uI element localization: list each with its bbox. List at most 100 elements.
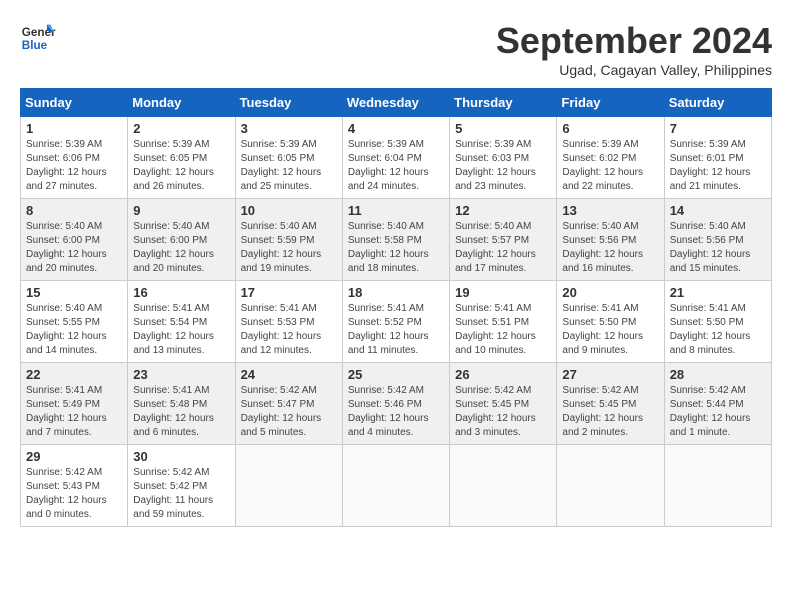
calendar-cell: 27 Sunrise: 5:42 AM Sunset: 5:45 PM Dayl… <box>557 363 664 445</box>
day-number: 12 <box>455 203 551 218</box>
calendar-table: Sunday Monday Tuesday Wednesday Thursday… <box>20 88 772 527</box>
day-info: Sunrise: 5:41 AM Sunset: 5:53 PM Dayligh… <box>241 302 337 358</box>
calendar-cell: 26 Sunrise: 5:42 AM Sunset: 5:45 PM Dayl… <box>450 363 557 445</box>
day-info: Sunrise: 5:41 AM Sunset: 5:54 PM Dayligh… <box>133 302 229 358</box>
calendar-cell: 8 Sunrise: 5:40 AM Sunset: 6:00 PM Dayli… <box>21 199 128 281</box>
day-number: 8 <box>26 203 122 218</box>
day-number: 9 <box>133 203 229 218</box>
day-number: 7 <box>670 121 766 136</box>
calendar-cell: 28 Sunrise: 5:42 AM Sunset: 5:44 PM Dayl… <box>664 363 771 445</box>
calendar-cell: 7 Sunrise: 5:39 AM Sunset: 6:01 PM Dayli… <box>664 117 771 199</box>
day-number: 11 <box>348 203 444 218</box>
calendar-week-row: 22 Sunrise: 5:41 AM Sunset: 5:49 PM Dayl… <box>21 363 772 445</box>
day-info: Sunrise: 5:42 AM Sunset: 5:45 PM Dayligh… <box>455 384 551 440</box>
day-info: Sunrise: 5:40 AM Sunset: 6:00 PM Dayligh… <box>26 220 122 276</box>
calendar-cell <box>664 445 771 527</box>
day-number: 2 <box>133 121 229 136</box>
weekday-header-row: Sunday Monday Tuesday Wednesday Thursday… <box>21 89 772 117</box>
day-number: 24 <box>241 367 337 382</box>
day-info: Sunrise: 5:42 AM Sunset: 5:43 PM Dayligh… <box>26 466 122 522</box>
header-sunday: Sunday <box>21 89 128 117</box>
logo: General Blue <box>20 20 56 56</box>
day-number: 5 <box>455 121 551 136</box>
calendar-cell <box>557 445 664 527</box>
day-number: 14 <box>670 203 766 218</box>
day-number: 25 <box>348 367 444 382</box>
day-number: 27 <box>562 367 658 382</box>
day-number: 1 <box>26 121 122 136</box>
day-number: 21 <box>670 285 766 300</box>
calendar-cell: 12 Sunrise: 5:40 AM Sunset: 5:57 PM Dayl… <box>450 199 557 281</box>
calendar-cell <box>342 445 449 527</box>
day-number: 4 <box>348 121 444 136</box>
calendar-cell: 24 Sunrise: 5:42 AM Sunset: 5:47 PM Dayl… <box>235 363 342 445</box>
calendar-cell: 5 Sunrise: 5:39 AM Sunset: 6:03 PM Dayli… <box>450 117 557 199</box>
title-section: September 2024 Ugad, Cagayan Valley, Phi… <box>496 20 772 78</box>
day-number: 17 <box>241 285 337 300</box>
day-info: Sunrise: 5:39 AM Sunset: 6:02 PM Dayligh… <box>562 138 658 194</box>
day-info: Sunrise: 5:41 AM Sunset: 5:52 PM Dayligh… <box>348 302 444 358</box>
day-info: Sunrise: 5:40 AM Sunset: 6:00 PM Dayligh… <box>133 220 229 276</box>
day-number: 13 <box>562 203 658 218</box>
calendar-cell: 17 Sunrise: 5:41 AM Sunset: 5:53 PM Dayl… <box>235 281 342 363</box>
day-info: Sunrise: 5:42 AM Sunset: 5:44 PM Dayligh… <box>670 384 766 440</box>
day-number: 18 <box>348 285 444 300</box>
day-number: 10 <box>241 203 337 218</box>
month-title: September 2024 <box>496 20 772 62</box>
day-number: 16 <box>133 285 229 300</box>
day-info: Sunrise: 5:40 AM Sunset: 5:57 PM Dayligh… <box>455 220 551 276</box>
calendar-cell: 13 Sunrise: 5:40 AM Sunset: 5:56 PM Dayl… <box>557 199 664 281</box>
calendar-week-row: 15 Sunrise: 5:40 AM Sunset: 5:55 PM Dayl… <box>21 281 772 363</box>
calendar-cell: 29 Sunrise: 5:42 AM Sunset: 5:43 PM Dayl… <box>21 445 128 527</box>
day-info: Sunrise: 5:42 AM Sunset: 5:42 PM Dayligh… <box>133 466 229 522</box>
header-monday: Monday <box>128 89 235 117</box>
logo-icon: General Blue <box>20 20 56 56</box>
calendar-cell: 2 Sunrise: 5:39 AM Sunset: 6:05 PM Dayli… <box>128 117 235 199</box>
calendar-cell: 23 Sunrise: 5:41 AM Sunset: 5:48 PM Dayl… <box>128 363 235 445</box>
calendar-cell: 14 Sunrise: 5:40 AM Sunset: 5:56 PM Dayl… <box>664 199 771 281</box>
day-info: Sunrise: 5:39 AM Sunset: 6:01 PM Dayligh… <box>670 138 766 194</box>
day-number: 6 <box>562 121 658 136</box>
day-info: Sunrise: 5:42 AM Sunset: 5:46 PM Dayligh… <box>348 384 444 440</box>
header-friday: Friday <box>557 89 664 117</box>
day-info: Sunrise: 5:40 AM Sunset: 5:56 PM Dayligh… <box>670 220 766 276</box>
svg-text:Blue: Blue <box>22 39 48 52</box>
day-info: Sunrise: 5:40 AM Sunset: 5:58 PM Dayligh… <box>348 220 444 276</box>
day-info: Sunrise: 5:39 AM Sunset: 6:05 PM Dayligh… <box>241 138 337 194</box>
calendar-cell <box>235 445 342 527</box>
calendar-cell: 20 Sunrise: 5:41 AM Sunset: 5:50 PM Dayl… <box>557 281 664 363</box>
calendar-cell: 21 Sunrise: 5:41 AM Sunset: 5:50 PM Dayl… <box>664 281 771 363</box>
day-number: 30 <box>133 449 229 464</box>
day-number: 19 <box>455 285 551 300</box>
day-info: Sunrise: 5:41 AM Sunset: 5:51 PM Dayligh… <box>455 302 551 358</box>
calendar-cell: 3 Sunrise: 5:39 AM Sunset: 6:05 PM Dayli… <box>235 117 342 199</box>
calendar-cell: 10 Sunrise: 5:40 AM Sunset: 5:59 PM Dayl… <box>235 199 342 281</box>
header: General Blue September 2024 Ugad, Cagaya… <box>20 20 772 78</box>
day-info: Sunrise: 5:41 AM Sunset: 5:48 PM Dayligh… <box>133 384 229 440</box>
day-info: Sunrise: 5:40 AM Sunset: 5:56 PM Dayligh… <box>562 220 658 276</box>
day-info: Sunrise: 5:41 AM Sunset: 5:49 PM Dayligh… <box>26 384 122 440</box>
location-subtitle: Ugad, Cagayan Valley, Philippines <box>496 62 772 78</box>
calendar-cell: 19 Sunrise: 5:41 AM Sunset: 5:51 PM Dayl… <box>450 281 557 363</box>
day-number: 15 <box>26 285 122 300</box>
calendar-cell: 6 Sunrise: 5:39 AM Sunset: 6:02 PM Dayli… <box>557 117 664 199</box>
calendar-cell: 30 Sunrise: 5:42 AM Sunset: 5:42 PM Dayl… <box>128 445 235 527</box>
day-number: 20 <box>562 285 658 300</box>
day-number: 26 <box>455 367 551 382</box>
day-info: Sunrise: 5:39 AM Sunset: 6:05 PM Dayligh… <box>133 138 229 194</box>
day-info: Sunrise: 5:39 AM Sunset: 6:06 PM Dayligh… <box>26 138 122 194</box>
calendar-cell: 25 Sunrise: 5:42 AM Sunset: 5:46 PM Dayl… <box>342 363 449 445</box>
calendar-cell: 1 Sunrise: 5:39 AM Sunset: 6:06 PM Dayli… <box>21 117 128 199</box>
calendar-cell: 16 Sunrise: 5:41 AM Sunset: 5:54 PM Dayl… <box>128 281 235 363</box>
day-info: Sunrise: 5:39 AM Sunset: 6:04 PM Dayligh… <box>348 138 444 194</box>
header-tuesday: Tuesday <box>235 89 342 117</box>
day-number: 23 <box>133 367 229 382</box>
day-number: 22 <box>26 367 122 382</box>
calendar-week-row: 8 Sunrise: 5:40 AM Sunset: 6:00 PM Dayli… <box>21 199 772 281</box>
header-saturday: Saturday <box>664 89 771 117</box>
calendar-week-row: 1 Sunrise: 5:39 AM Sunset: 6:06 PM Dayli… <box>21 117 772 199</box>
calendar-cell: 15 Sunrise: 5:40 AM Sunset: 5:55 PM Dayl… <box>21 281 128 363</box>
day-info: Sunrise: 5:42 AM Sunset: 5:45 PM Dayligh… <box>562 384 658 440</box>
day-info: Sunrise: 5:41 AM Sunset: 5:50 PM Dayligh… <box>670 302 766 358</box>
calendar-cell: 4 Sunrise: 5:39 AM Sunset: 6:04 PM Dayli… <box>342 117 449 199</box>
